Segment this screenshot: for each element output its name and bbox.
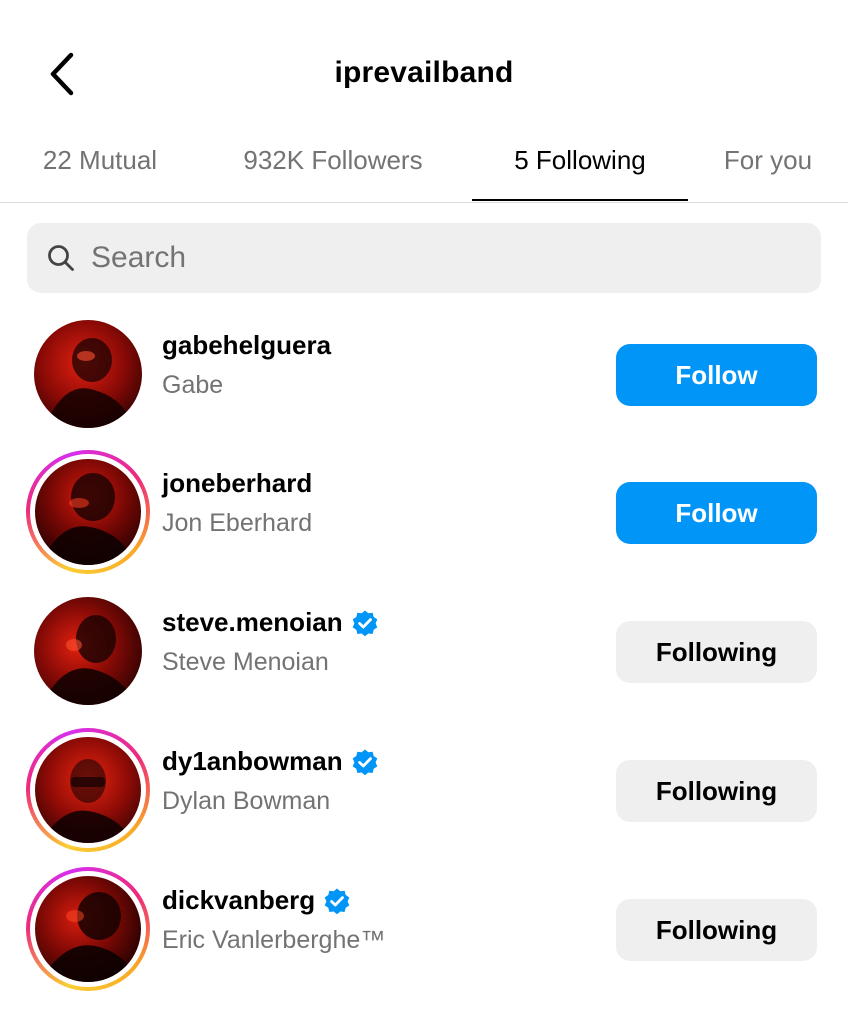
avatar-image — [35, 876, 141, 982]
username[interactable]: gabehelguera — [162, 330, 331, 361]
list-item[interactable]: steve.menoian Steve Menoian Following — [0, 589, 848, 719]
username[interactable]: joneberhard — [162, 468, 312, 499]
follow-button[interactable]: Follow — [616, 344, 817, 406]
full-name: Dylan Bowman — [162, 787, 331, 815]
following-button[interactable]: Following — [616, 621, 817, 683]
avatar-image — [35, 737, 141, 843]
tab-following[interactable]: 5 Following — [472, 118, 688, 202]
username-text: steve.menoian — [162, 607, 343, 637]
list-item[interactable]: dy1anbowman Dylan Bowman Following — [0, 728, 848, 858]
avatar[interactable] — [26, 312, 150, 436]
following-button[interactable]: Following — [616, 760, 817, 822]
username-text: joneberhard — [162, 468, 313, 498]
full-name: Jon Eberhard — [162, 509, 313, 537]
follow-button[interactable]: Follow — [616, 482, 817, 544]
avatar-story-ring[interactable] — [26, 728, 150, 852]
verified-badge-icon — [351, 748, 379, 776]
full-name: Eric Vanlerberghe™ — [162, 926, 386, 954]
username-text: dickvanberg — [162, 885, 316, 915]
avatar-story-ring[interactable] — [26, 867, 150, 991]
avatar-image — [34, 320, 142, 428]
full-name: Gabe — [162, 371, 224, 399]
avatar — [30, 454, 146, 570]
search-bar[interactable] — [27, 223, 821, 293]
search-icon — [47, 244, 75, 272]
following-button[interactable]: Following — [616, 899, 817, 961]
list-item[interactable]: dickvanberg Eric Vanlerberghe™ Following — [0, 867, 848, 997]
page-title: iprevailband — [334, 56, 514, 89]
following-screen: iprevailband 22 Mutual 932K Followers 5 … — [0, 0, 848, 1024]
full-name: Steve Menoian — [162, 648, 329, 676]
tab-for-you[interactable]: For you — [710, 118, 826, 202]
verified-badge-icon — [323, 887, 351, 915]
avatar-image — [34, 597, 142, 705]
username[interactable]: dy1anbowman — [162, 746, 379, 777]
search-input[interactable] — [89, 240, 793, 276]
active-tab-indicator — [472, 199, 688, 201]
tab-followers[interactable]: 932K Followers — [222, 118, 444, 202]
avatar-image — [35, 459, 141, 565]
avatar — [30, 871, 146, 987]
account-names: gabehelguera Gabe — [162, 330, 331, 400]
username-text: gabehelguera — [162, 330, 332, 360]
account-names: steve.menoian Steve Menoian — [162, 607, 379, 677]
username[interactable]: steve.menoian — [162, 607, 379, 638]
username[interactable]: dickvanberg — [162, 885, 385, 916]
avatar — [30, 732, 146, 848]
avatar-story-ring[interactable] — [26, 450, 150, 574]
username-text: dy1anbowman — [162, 746, 343, 776]
list-item[interactable]: joneberhard Jon Eberhard Follow — [0, 450, 848, 580]
account-names: joneberhard Jon Eberhard — [162, 468, 312, 538]
tab-bar: 22 Mutual 932K Followers 5 Following For… — [0, 118, 848, 203]
verified-badge-icon — [351, 609, 379, 637]
account-names: dickvanberg Eric Vanlerberghe™ — [162, 885, 385, 955]
account-names: dy1anbowman Dylan Bowman — [162, 746, 379, 816]
tab-mutual[interactable]: 22 Mutual — [20, 118, 180, 202]
list-item[interactable]: gabehelguera Gabe Follow — [0, 312, 848, 442]
avatar[interactable] — [26, 589, 150, 713]
